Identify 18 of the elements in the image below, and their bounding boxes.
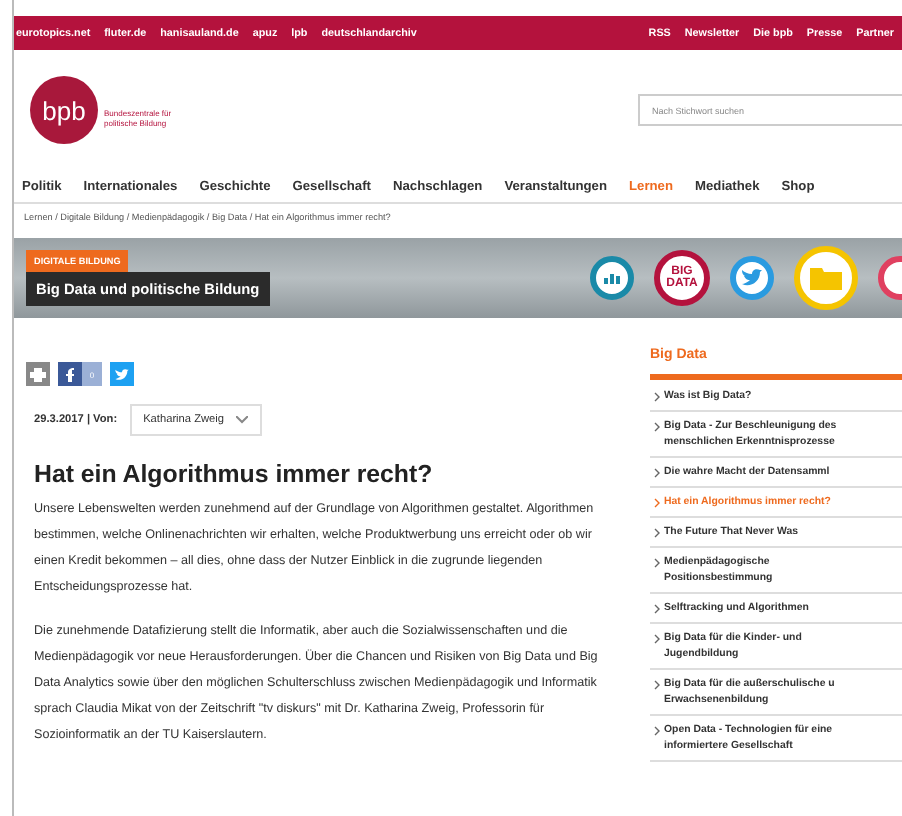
logo[interactable]: bpb xyxy=(30,76,98,144)
chevron-icon xyxy=(654,634,660,644)
chevron-icon xyxy=(654,680,660,690)
chevron-icon xyxy=(654,392,660,402)
chevron-icon xyxy=(654,468,660,478)
chevron-icon xyxy=(654,726,660,736)
chevron-icon xyxy=(654,558,660,568)
chevron-icon xyxy=(654,604,660,614)
chevron-icon xyxy=(236,416,248,424)
bird-icon[interactable] xyxy=(110,362,134,386)
chevron-icon xyxy=(654,498,660,508)
article-title: Hat ein Algorithmus immer recht? xyxy=(34,460,435,488)
chart-icon[interactable] xyxy=(590,256,634,300)
chevron-icon xyxy=(654,422,660,432)
folder-icon[interactable] xyxy=(794,246,858,310)
bird-icon[interactable] xyxy=(730,256,774,300)
facebook-icon[interactable] xyxy=(58,362,82,386)
chevron-icon xyxy=(654,528,660,538)
